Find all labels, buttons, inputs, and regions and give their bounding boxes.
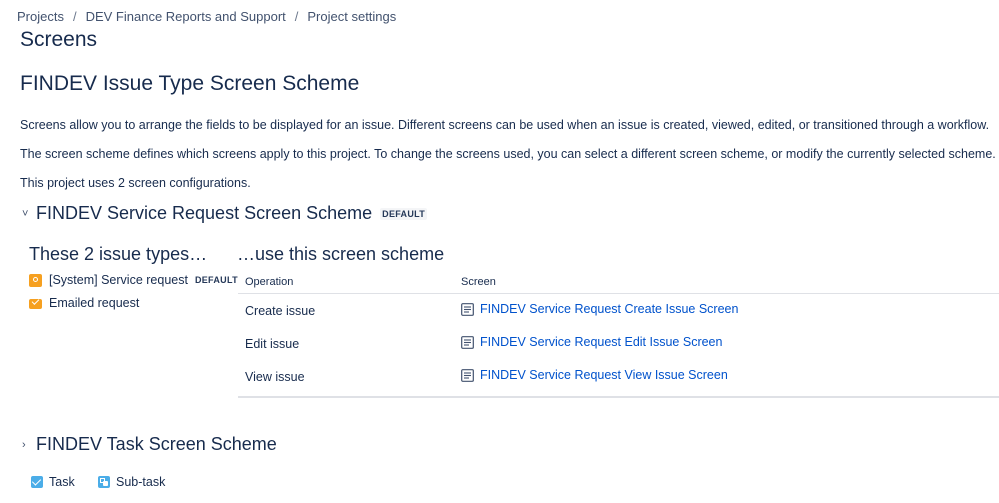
issue-type-label: Emailed request (49, 296, 140, 310)
operation-cell: View issue (245, 370, 305, 384)
issue-type-label: Task (49, 475, 75, 489)
screen-icon (461, 335, 474, 349)
issue-type-task: Task (31, 475, 75, 489)
screen-link-view[interactable]: FINDEV Service Request View Issue Screen (480, 368, 728, 382)
description-paragraph: The screen scheme defines which screens … (20, 147, 996, 161)
table-row: View issue FINDEV Service Request View I… (238, 360, 999, 393)
breadcrumb-separator: / (72, 9, 77, 24)
breadcrumb-separator: / (294, 9, 299, 24)
column-header-operation: Operation (245, 276, 294, 288)
screen-cell: FINDEV Service Request View Issue Screen (461, 368, 728, 382)
description-paragraph: Screens allow you to arrange the fields … (20, 118, 990, 132)
issue-types-heading: These 2 issue types… (29, 244, 208, 264)
screen-cell: FINDEV Service Request Create Issue Scre… (461, 302, 738, 316)
scheme-title: FINDEV Issue Type Screen Scheme (20, 72, 360, 95)
section-toggle-service-request[interactable]: ˅ FINDEV Service Request Screen Scheme D… (22, 203, 428, 224)
screen-link-create[interactable]: FINDEV Service Request Create Issue Scre… (480, 302, 738, 316)
breadcrumb: Projects / DEV Finance Reports and Suppo… (17, 9, 396, 24)
chevron-down-icon: ˅ (22, 207, 29, 220)
table-divider (238, 396, 999, 398)
operation-cell: Edit issue (245, 337, 300, 351)
chevron-right-icon: › (22, 438, 26, 451)
breadcrumb-project-settings[interactable]: Project settings (307, 9, 396, 24)
breadcrumb-project[interactable]: DEV Finance Reports and Support (86, 9, 286, 24)
section-toggle-task[interactable]: › FINDEV Task Screen Scheme (22, 434, 277, 455)
scheme-heading: …use this screen scheme (237, 244, 445, 264)
screen-link-edit[interactable]: FINDEV Service Request Edit Issue Screen (480, 335, 722, 349)
table-row: Create issue FINDEV Service Request Crea… (238, 294, 999, 327)
section-title: FINDEV Service Request Screen Scheme (36, 203, 373, 223)
task-icon (31, 476, 43, 488)
issue-type-emailed-request: Emailed request (29, 296, 139, 310)
subtask-icon (98, 476, 110, 488)
table-header: Operation Screen (238, 273, 999, 294)
section-title: FINDEV Task Screen Scheme (36, 434, 277, 454)
operation-cell: Create issue (245, 304, 316, 318)
column-header-screen: Screen (461, 276, 496, 288)
screen-icon (461, 302, 474, 316)
page-title: Screens (20, 28, 98, 51)
default-badge: DEFAULT (194, 275, 238, 285)
email-icon (29, 298, 42, 309)
screen-icon (461, 368, 474, 382)
table-row: Edit issue FINDEV Service Request Edit I… (238, 327, 999, 360)
issue-type-service-request: [System] Service request DEFAULT (29, 273, 238, 287)
screen-operations-table: Operation Screen Create issue FINDEV Ser… (238, 273, 999, 398)
issue-type-label: [System] Service request (49, 273, 188, 287)
issue-type-label: Sub-task (116, 475, 166, 489)
service-request-icon (29, 273, 42, 287)
screen-cell: FINDEV Service Request Edit Issue Screen (461, 335, 722, 349)
breadcrumb-projects[interactable]: Projects (17, 9, 64, 24)
issue-type-subtask: Sub-task (98, 475, 165, 489)
default-badge: DEFAULT (380, 207, 428, 220)
screen-count-text: This project uses 2 screen configuration… (20, 176, 251, 190)
